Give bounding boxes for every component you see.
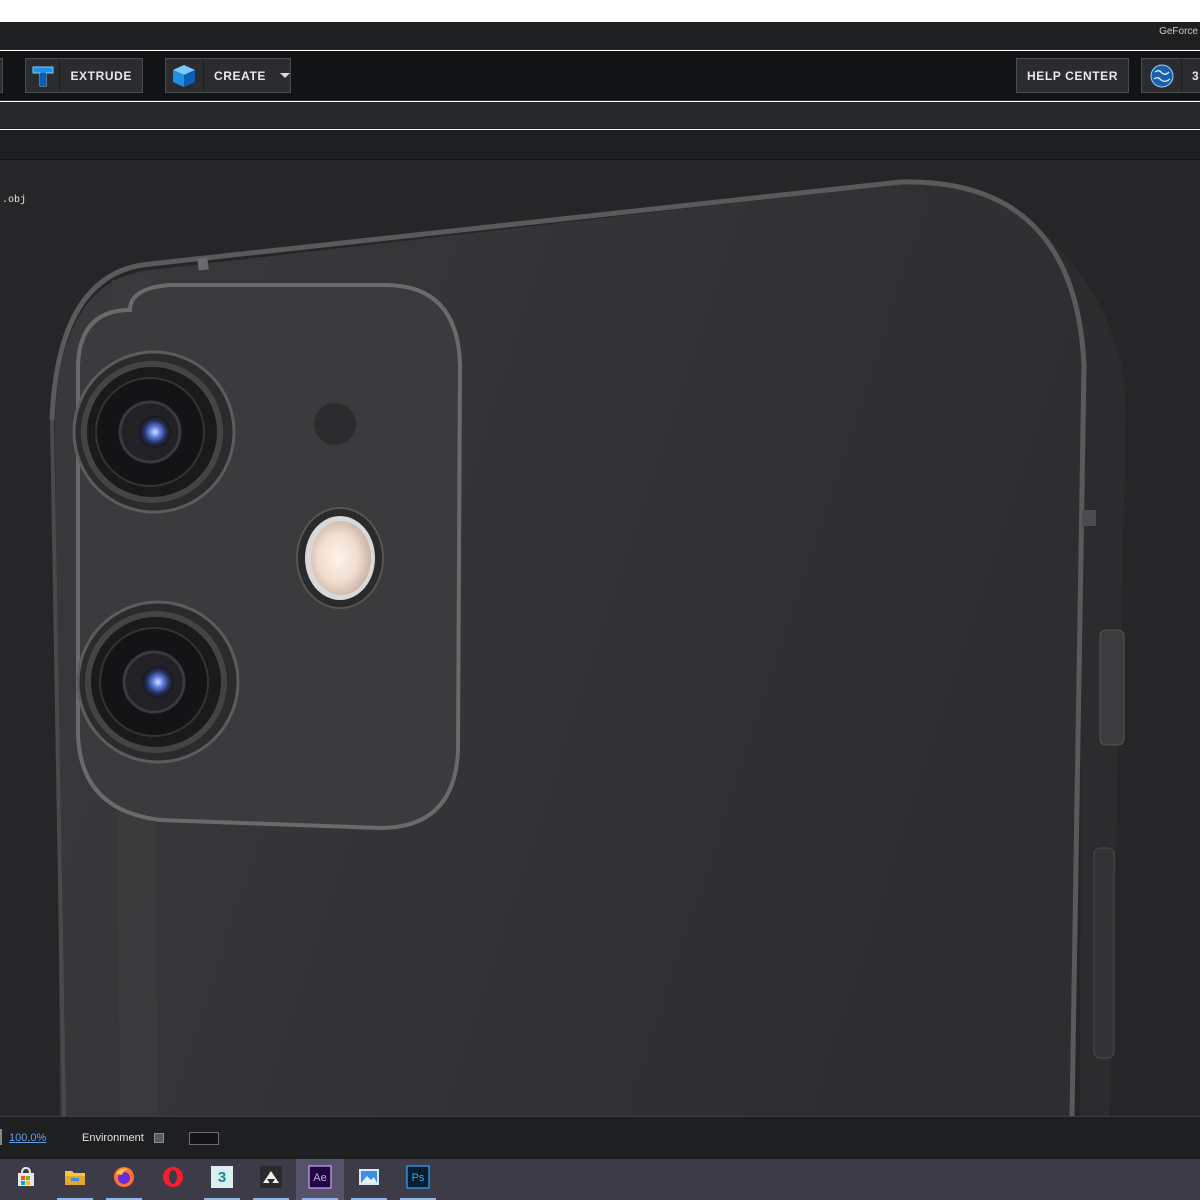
- taskbar-file-explorer[interactable]: [51, 1159, 99, 1200]
- 3d-viewport[interactable]: .obj: [0, 160, 1200, 1116]
- secondary-toolbar: [0, 102, 1200, 129]
- inkscape-icon: [259, 1165, 283, 1194]
- screen-top-strip: [0, 0, 1200, 22]
- camera-lens-top: [72, 350, 236, 514]
- photos-icon: [357, 1165, 381, 1194]
- side-button-upper: [1099, 629, 1125, 746]
- file-name-label: .obj: [2, 195, 27, 206]
- taskbar-store[interactable]: [2, 1159, 50, 1200]
- side-button-lower: [1093, 847, 1115, 1059]
- 3ds-max-icon: 3: [210, 1165, 234, 1194]
- after-effects-icon: Ae: [308, 1165, 332, 1194]
- taskbar-inkscape[interactable]: [247, 1159, 295, 1200]
- create-label: CREATE: [213, 68, 266, 83]
- store-icon: [14, 1165, 38, 1194]
- status-divider: [0, 1129, 2, 1145]
- svg-text:Ps: Ps: [412, 1172, 425, 1184]
- extrude-button[interactable]: EXTRUDE: [25, 58, 143, 93]
- main-toolbar: EXTRUDE CREATE HELP CENTER 3: [0, 51, 1200, 101]
- zoom-level-link[interactable]: 100.0%: [9, 1132, 46, 1144]
- svg-text:Ae: Ae: [313, 1172, 326, 1184]
- toolbar-edge-button[interactable]: [0, 58, 3, 93]
- taskbar-after-effects[interactable]: Ae: [296, 1159, 344, 1200]
- microphone-hole: [312, 401, 358, 447]
- status-bar: 100.0% Environment: [0, 1116, 1200, 1159]
- firefox-icon: [112, 1165, 136, 1194]
- extrude-icon: [26, 59, 61, 92]
- help-center-button[interactable]: HELP CENTER: [1016, 58, 1129, 93]
- photoshop-icon: Ps: [406, 1165, 430, 1194]
- file-explorer-icon: [63, 1165, 87, 1194]
- environment-label: Environment: [82, 1132, 144, 1144]
- taskbar-photos[interactable]: [345, 1159, 393, 1200]
- geforce-overlay-text: GeForce: [1159, 26, 1198, 37]
- environment-checkbox[interactable]: [154, 1133, 164, 1143]
- os-taskbar: 3 Ae Ps: [0, 1159, 1200, 1200]
- taskbar-opera[interactable]: [149, 1159, 197, 1200]
- taskbar-firefox[interactable]: [100, 1159, 148, 1200]
- taskbar-3ds-max[interactable]: 3: [198, 1159, 246, 1200]
- camera-flash: [296, 507, 384, 609]
- opera-icon: [161, 1165, 185, 1194]
- chevron-down-icon: [280, 73, 290, 78]
- tab-strip: [0, 130, 1200, 160]
- svg-text:3: 3: [218, 1169, 226, 1186]
- globe-button-label: 3: [1192, 68, 1200, 83]
- cube-icon: [166, 59, 204, 92]
- create-dropdown-button[interactable]: CREATE: [165, 58, 291, 93]
- camera-lens-bottom: [76, 600, 240, 764]
- environment-color-swatch[interactable]: [189, 1132, 219, 1145]
- phone-render: [49, 179, 1127, 1116]
- title-bar: GeForce: [0, 22, 1200, 50]
- help-center-label: HELP CENTER: [1026, 68, 1119, 83]
- extrude-label: EXTRUDE: [70, 68, 132, 83]
- taskbar-photoshop[interactable]: Ps: [394, 1159, 442, 1200]
- globe-icon: [1142, 59, 1182, 92]
- globe-button[interactable]: 3: [1141, 58, 1200, 93]
